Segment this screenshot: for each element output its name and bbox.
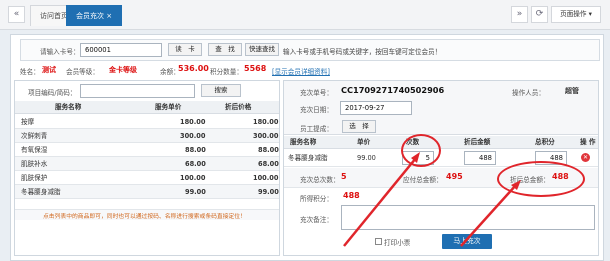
annotation-arrows (343, 152, 521, 247)
